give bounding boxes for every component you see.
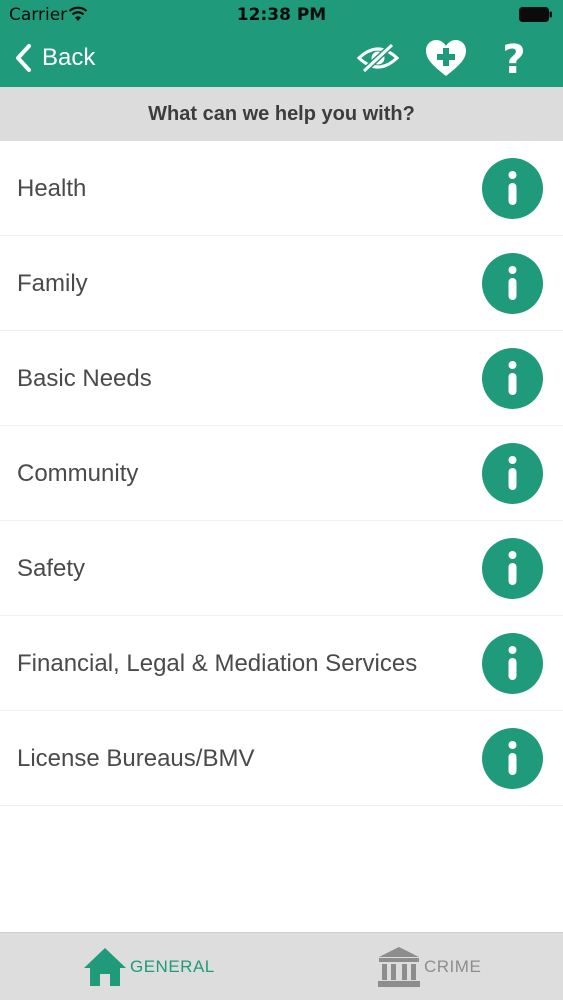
list-item-label: License Bureaus/BMV (17, 745, 255, 772)
list-item[interactable]: Community (0, 426, 563, 521)
list-item-label: Basic Needs (17, 365, 152, 392)
chevron-left-icon (16, 44, 31, 72)
info-icon[interactable] (482, 538, 543, 599)
question-icon[interactable]: ? (492, 37, 536, 83)
list-item[interactable]: Basic Needs (0, 331, 563, 426)
tab-bar: GENERAL CRIME (0, 932, 563, 1000)
back-button[interactable]: Back (14, 40, 95, 76)
info-icon[interactable] (482, 158, 543, 219)
list-item[interactable]: Financial, Legal & Mediation Services (0, 616, 563, 711)
tab-crime-label: CRIME (424, 957, 482, 976)
list-item[interactable]: Health (0, 141, 563, 236)
info-icon[interactable] (482, 253, 543, 314)
tab-general[interactable]: GENERAL (82, 933, 215, 1000)
courthouse-icon (378, 947, 420, 987)
tab-general-label: GENERAL (130, 957, 215, 976)
nav-bar: Back ? (0, 30, 563, 87)
list-item[interactable]: Family (0, 236, 563, 331)
category-list: Health Family Basic Needs Community Safety Fi… (0, 141, 563, 806)
heart-plus-icon[interactable] (424, 38, 468, 78)
info-icon[interactable] (482, 348, 543, 409)
info-icon[interactable] (482, 443, 543, 504)
list-item-label: Safety (17, 555, 86, 582)
info-icon[interactable] (482, 633, 543, 694)
clock: 12:38 PM (236, 5, 327, 25)
tab-crime[interactable]: CRIME (376, 933, 481, 1000)
list-item-label: Family (17, 270, 88, 297)
battery-icon (519, 7, 553, 22)
home-icon (84, 948, 126, 986)
back-label: Back (42, 44, 96, 71)
svg-text:?: ? (502, 38, 525, 78)
list-item[interactable]: License Bureaus/BMV (0, 711, 563, 806)
list-item-label: Health (17, 175, 87, 202)
list-item[interactable]: Safety (0, 521, 563, 616)
eye-slash-icon[interactable] (356, 38, 400, 78)
info-icon[interactable] (482, 728, 543, 789)
section-header: What can we help you with? (0, 87, 563, 141)
list-item-label: Financial, Legal & Mediation Services (17, 650, 418, 677)
status-bar: Carrier 12:38 PM (0, 0, 563, 30)
list-item-label: Community (17, 460, 139, 487)
